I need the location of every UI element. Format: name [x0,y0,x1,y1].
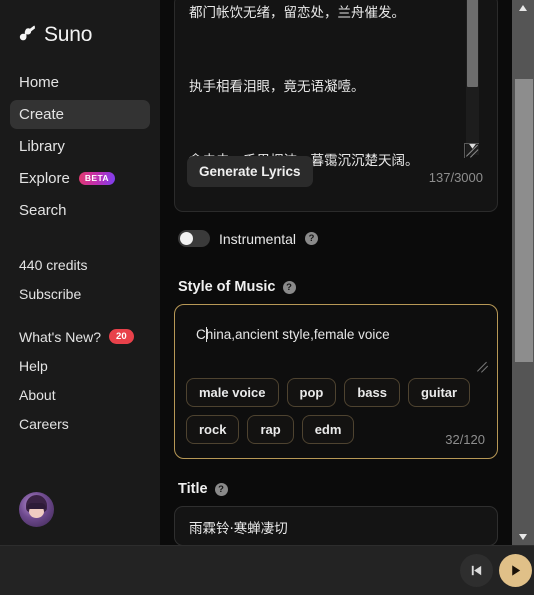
sidebar-item-search[interactable]: Search [10,196,150,225]
whats-new-link[interactable]: What's New? 20 [10,322,150,351]
sidebar-footer-links: What's New? 20 Help About Careers [0,322,160,438]
beta-badge: BETA [78,172,115,185]
whats-new-label: What's New? [19,328,102,345]
play-icon [512,565,521,576]
scroll-down-arrow-icon[interactable] [512,528,534,545]
title-label-row: Title ? [174,481,498,497]
sidebar-item-create[interactable]: Create [10,100,150,129]
instrumental-row: Instrumental ? [174,230,498,247]
lyrics-resize-handle[interactable] [464,143,479,158]
style-of-music-box[interactable]: China,ancient style,female voice male vo… [174,304,498,459]
credits-display[interactable]: 440 credits [10,250,150,279]
style-suggestion-chips: male voice pop bass guitar rock rap edm [186,378,486,444]
sidebar-item-label: Library [19,138,65,155]
style-resize-handle[interactable] [477,361,489,373]
suno-create-page: Suno Home Create Library Explore BETA Se… [0,0,534,595]
help-circle-icon[interactable]: ? [305,232,319,245]
page-scrollbar[interactable] [512,0,534,545]
player-bar [0,545,534,595]
style-value-before-caret: C [196,327,206,342]
help-link[interactable]: Help [10,351,150,380]
style-char-counter: 32/120 [445,432,485,447]
title-label: Title [178,481,208,497]
generate-lyrics-button[interactable]: Generate Lyrics [187,156,313,187]
lyrics-scrollbar-thumb[interactable] [467,0,478,87]
sidebar-item-library[interactable]: Library [10,132,150,161]
sidebar-item-label: Create [19,106,65,123]
page-scrollbar-thumb[interactable] [515,79,533,362]
help-circle-icon[interactable]: ? [282,280,296,294]
style-chip-guitar[interactable]: guitar [407,378,471,407]
lyrics-scrollbar[interactable] [466,0,479,155]
style-of-music-label: Style of Music [178,279,276,295]
play-button[interactable] [499,554,532,587]
lyrics-card: 都门帐饮无绪，留恋处，兰舟催发。 执手相看泪眼，竟无语凝噎。 念去去，千里烟波，… [174,0,498,212]
sidebar-item-label: Search [19,202,67,219]
sidebar-account-section: 440 credits Subscribe [0,250,160,308]
style-chip-pop[interactable]: pop [286,378,337,407]
subscribe-label: Subscribe [19,285,82,302]
instrumental-label: Instrumental [219,230,297,247]
style-chip-bass[interactable]: bass [344,378,400,407]
style-of-music-label-row: Style of Music ? [174,279,498,295]
help-label: Help [19,357,48,374]
style-value-after-caret: hina,ancient style,female voice [205,327,390,342]
careers-label: Careers [19,415,69,432]
whats-new-count-badge: 20 [109,329,134,344]
sidebar: Suno Home Create Library Explore BETA Se… [0,0,160,545]
instrumental-toggle-knob [180,232,193,245]
title-input[interactable]: 雨霖铃·寒蝉凄切 [174,506,498,545]
subscribe-link[interactable]: Subscribe [10,279,150,308]
about-link[interactable]: About [10,380,150,409]
credits-label: 440 credits [19,256,88,273]
create-form: 都门帐饮无绪，留恋处，兰舟催发。 执手相看泪眼，竟无语凝噎。 念去去，千里烟波，… [160,0,512,545]
suno-note-logo-icon [19,25,36,41]
careers-link[interactable]: Careers [10,409,150,438]
avatar-image-bangs [27,503,46,509]
help-circle-icon[interactable]: ? [214,482,228,496]
sidebar-item-explore[interactable]: Explore BETA [10,164,150,193]
instrumental-toggle[interactable] [178,230,210,247]
skip-previous-icon [471,565,482,576]
style-chip-edm[interactable]: edm [301,415,355,444]
avatar[interactable] [19,492,54,527]
sidebar-item-label: Explore [19,170,70,187]
brand-name: Suno [44,22,93,46]
sidebar-item-home[interactable]: Home [10,68,150,97]
style-chip-rock[interactable]: rock [186,415,240,444]
style-chip-male-voice[interactable]: male voice [186,378,279,407]
lyrics-char-counter: 137/3000 [428,170,483,185]
brand-logo[interactable]: Suno [0,0,160,50]
sidebar-item-label: Home [19,74,60,91]
scroll-up-arrow-icon[interactable] [512,0,534,17]
previous-track-button[interactable] [460,554,493,587]
about-label: About [19,386,56,403]
style-of-music-input[interactable]: China,ancient style,female voice [175,305,497,342]
sidebar-nav: Home Create Library Explore BETA Search [0,68,160,225]
style-chip-rap[interactable]: rap [247,415,294,444]
